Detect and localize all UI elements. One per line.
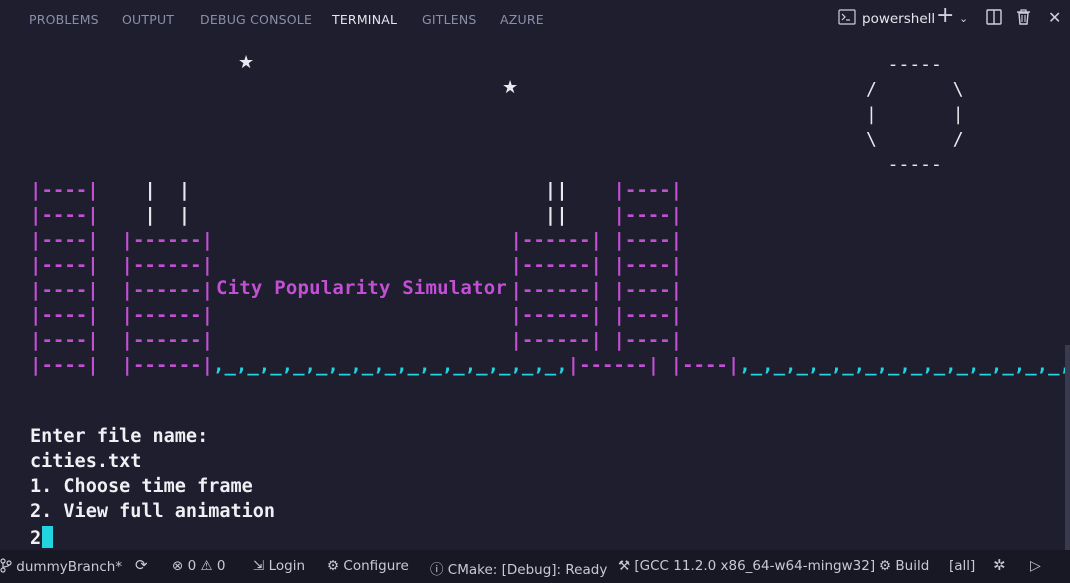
close-icon[interactable]: ✕ (1048, 8, 1061, 28)
kit-label: [GCC 11.2.0 x86_64-w64-mingw32] (634, 558, 876, 574)
gear-icon: ⚙ (879, 558, 892, 574)
terminal-input-line[interactable]: 2 (30, 526, 54, 549)
debug-bug-icon[interactable]: ✲ (993, 556, 1006, 574)
shell-label[interactable]: powershell (862, 11, 935, 27)
tab-output[interactable]: OUTPUT (122, 12, 174, 27)
tab-problems[interactable]: PROBLEMS (29, 12, 99, 27)
target-item[interactable]: [all] (949, 558, 975, 574)
terminal-line: 2. View full animation (30, 501, 276, 522)
configure-label: Configure (343, 558, 409, 574)
terminal-line: Enter file name: (30, 426, 209, 447)
run-play-icon[interactable]: ▷ (1030, 558, 1041, 574)
terminal-line: cities.txt (30, 451, 142, 472)
status-bar: dummyBranch* ⟳ ⊗ 0 ⚠ 0 ⇲ Login ⚙ Configu… (0, 550, 1070, 583)
terminal-icon (838, 9, 856, 31)
problems-item[interactable]: ⊗ 0 ⚠ 0 (172, 558, 226, 574)
info-icon: ⓘ (430, 562, 444, 578)
build-item[interactable]: ⚙ Build (879, 558, 929, 574)
branch-name: dummyBranch* (16, 559, 123, 575)
trash-icon[interactable] (1016, 9, 1031, 31)
tools-icon: ⚒ (618, 558, 631, 574)
star-icon: ★ (502, 77, 519, 98)
terminal-scrollbar[interactable] (1065, 345, 1070, 550)
cmake-status: CMake: [Debug]: Ready (447, 562, 608, 578)
login-item[interactable]: ⇲ Login (253, 558, 305, 574)
terminal-input-text: 2 (30, 528, 42, 549)
tab-azure[interactable]: AZURE (500, 12, 544, 27)
tab-terminal[interactable]: TERMINAL (332, 12, 397, 27)
split-terminal-icon[interactable] (986, 9, 1002, 31)
git-branch-icon (0, 558, 12, 573)
app-title: City Popularity Simulator (216, 277, 507, 299)
sync-icon[interactable]: ⟳ (135, 556, 148, 574)
city-skyline-art: |----| | | || |----| |----| | | || |----… (30, 179, 1070, 376)
warning-count: 0 (216, 558, 226, 574)
terminal-line: 1. Choose time frame (30, 476, 253, 497)
error-icon: ⊗ (172, 558, 184, 574)
chevron-down-icon[interactable]: ⌄ (959, 9, 968, 29)
panel-header: PROBLEMS OUTPUT DEBUG CONSOLE TERMINAL G… (0, 0, 1070, 38)
branch-item[interactable]: dummyBranch* (0, 558, 122, 575)
build-label: Build (895, 558, 930, 574)
configure-item[interactable]: ⚙ Configure (327, 558, 409, 574)
warning-icon: ⚠ (200, 558, 213, 574)
new-terminal-icon[interactable]: + (936, 5, 954, 27)
tab-gitlens[interactable]: GITLENS (422, 12, 477, 27)
cmake-status-item[interactable]: ⓘ CMake: [Debug]: Ready (430, 558, 607, 578)
terminal-cursor (42, 526, 54, 548)
tab-debug-console[interactable]: DEBUG CONSOLE (200, 12, 312, 27)
login-label: Login (268, 558, 306, 574)
moon-art: ----- / \ | | \ / ----- (866, 54, 964, 175)
login-icon: ⇲ (253, 558, 265, 574)
gear-icon: ⚙ (327, 558, 340, 574)
star-icon: ★ (238, 52, 255, 73)
error-count: 0 (187, 558, 197, 574)
kit-item[interactable]: ⚒ [GCC 11.2.0 x86_64-w64-mingw32] (618, 558, 875, 574)
